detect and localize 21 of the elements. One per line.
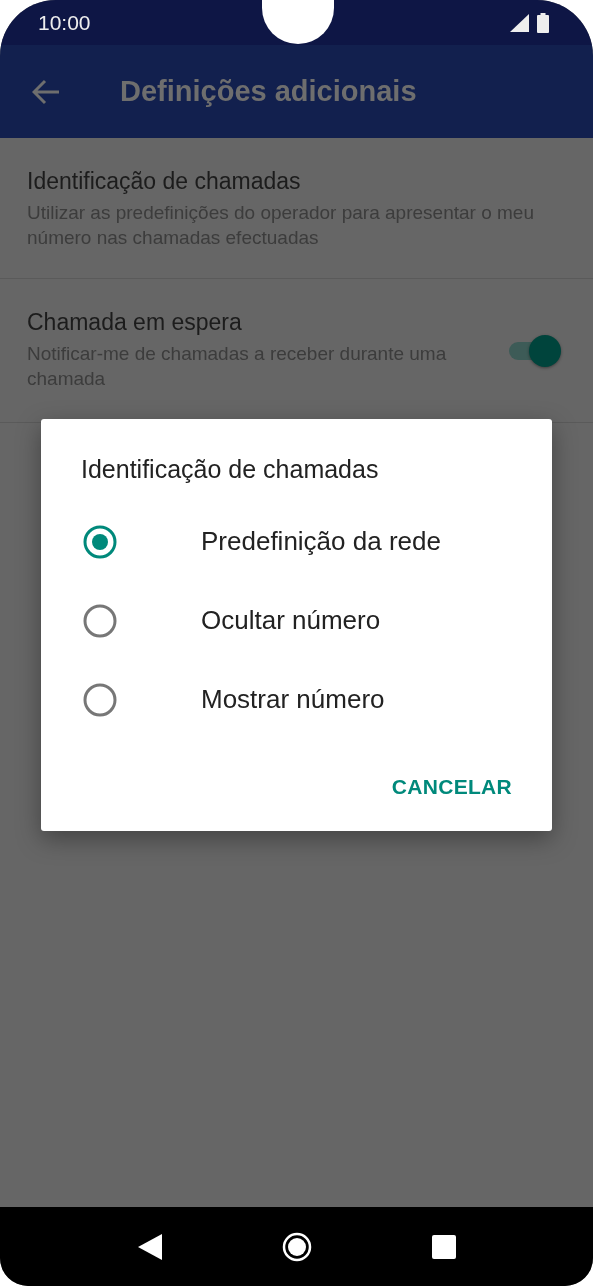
radio-option[interactable]: Predefinição da rede (81, 502, 512, 581)
back-icon[interactable] (137, 1233, 162, 1260)
radio-button[interactable] (83, 682, 117, 717)
radio-option[interactable]: Mostrar número (81, 660, 512, 739)
signal-icon (510, 13, 529, 32)
radio-option[interactable]: Ocultar número (81, 581, 512, 660)
screen-title: Definições adicionais (120, 75, 417, 108)
setting-title: Identificação de chamadas (27, 168, 302, 195)
option-label: Ocultar número (201, 605, 381, 636)
home-icon[interactable] (281, 1231, 312, 1262)
option-label: Mostrar número (201, 684, 385, 715)
clock-time: 10:00 (38, 10, 91, 35)
cancel-button[interactable]: CANCELAR (391, 769, 512, 805)
back-arrow-icon[interactable] (32, 78, 60, 105)
setting-title: Chamada em espera (27, 309, 243, 337)
radio-button[interactable] (83, 603, 117, 638)
dialog-title: Identificação de chamadas (81, 455, 380, 484)
option-label: Predefinição da rede (201, 526, 441, 557)
radio-button[interactable] (83, 524, 117, 559)
battery-icon (537, 12, 549, 33)
recents-icon[interactable] (431, 1234, 456, 1259)
